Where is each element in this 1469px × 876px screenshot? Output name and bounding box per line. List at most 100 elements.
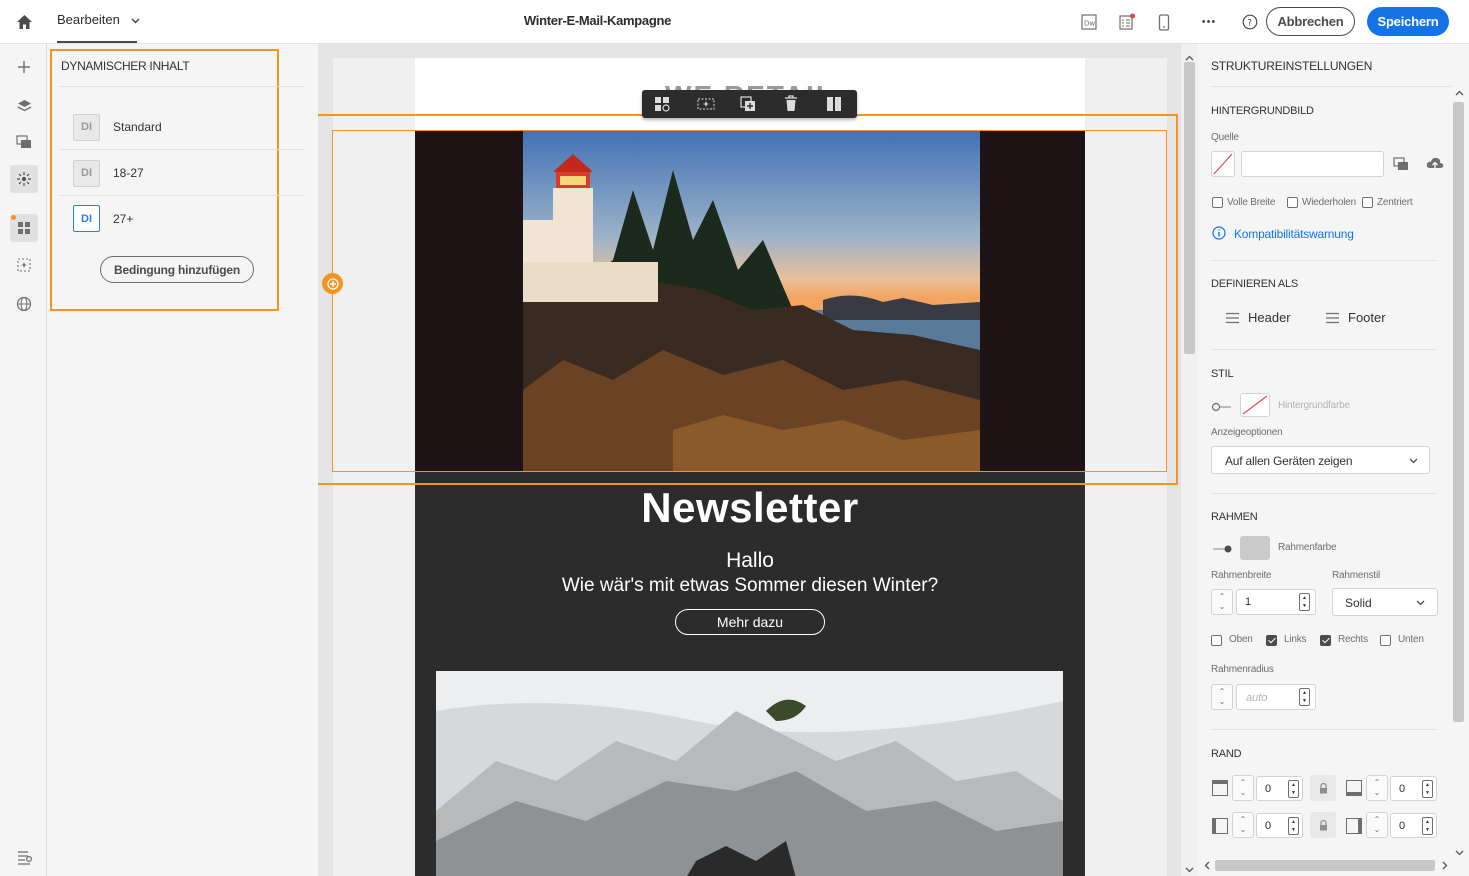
more-icon[interactable]: ••• bbox=[1199, 12, 1219, 32]
border-heading: RAHMEN bbox=[1211, 511, 1258, 523]
margin-top-spin[interactable]: ▲ ▼ bbox=[1288, 780, 1299, 798]
margin-top-icon bbox=[1212, 780, 1228, 796]
assets-icon[interactable] bbox=[10, 128, 38, 156]
margin-top-stepper[interactable]: ⌃ ⌄ bbox=[1232, 775, 1254, 801]
border-right-checkbox[interactable] bbox=[1320, 635, 1331, 646]
footer-option[interactable]: Footer bbox=[1325, 310, 1386, 325]
scroll-thumb[interactable] bbox=[1215, 860, 1435, 871]
checklist-icon[interactable] bbox=[1117, 12, 1137, 32]
header-icon bbox=[1226, 312, 1239, 323]
newsletter-title: Newsletter bbox=[641, 484, 859, 531]
margin-left-input[interactable]: 0 ▲ ▼ bbox=[1256, 813, 1303, 838]
margin-right-spin[interactable]: ▲ ▼ bbox=[1422, 817, 1433, 835]
condition-item-18-27[interactable]: DI 18-27 bbox=[59, 151, 305, 196]
upload-icon[interactable] bbox=[1426, 156, 1444, 174]
repeat-checkbox[interactable] bbox=[1287, 197, 1298, 208]
divider bbox=[1211, 349, 1437, 350]
notification-dot bbox=[11, 215, 16, 220]
cancel-button[interactable]: Abbrechen bbox=[1266, 7, 1355, 36]
border-radius-stepper[interactable]: ⌃ ⌄ bbox=[1211, 684, 1233, 710]
border-radius-placeholder: auto bbox=[1246, 692, 1268, 704]
canvas-scrollbar[interactable] bbox=[1180, 44, 1198, 876]
margin-right-input[interactable]: 0 ▲ ▼ bbox=[1390, 813, 1437, 838]
border-top-checkbox[interactable] bbox=[1211, 635, 1222, 646]
image-swatch[interactable] bbox=[1211, 151, 1235, 177]
personalize-icon[interactable] bbox=[697, 96, 715, 115]
condition-item-standard[interactable]: DI Standard bbox=[59, 105, 305, 150]
add-structure-icon[interactable] bbox=[322, 273, 343, 294]
save-button[interactable]: Speichern bbox=[1367, 7, 1449, 36]
delete-icon[interactable] bbox=[784, 95, 798, 115]
source-input[interactable] bbox=[1241, 151, 1384, 177]
di-badge: DI bbox=[73, 205, 100, 232]
border-right-label: Rechts bbox=[1338, 634, 1368, 645]
margin-bottom-input[interactable]: 0 ▲ ▼ bbox=[1390, 776, 1437, 801]
condition-label: 18-27 bbox=[113, 166, 144, 180]
panel-title: DYNAMISCHER INHALT bbox=[61, 59, 190, 73]
duplicate-icon[interactable] bbox=[740, 96, 756, 115]
scroll-right-icon bbox=[1442, 861, 1448, 870]
border-width-spin[interactable]: ▲ ▼ bbox=[1299, 593, 1310, 611]
lock-icon[interactable] bbox=[1310, 775, 1336, 801]
bg-color-label: Hintergrundfarbe bbox=[1278, 400, 1350, 411]
border-color-label: Rahmenfarbe bbox=[1278, 542, 1337, 553]
select-parent-icon[interactable] bbox=[654, 96, 670, 115]
subtitle-text: Wie wär's mit etwas Sommer diesen Winter… bbox=[561, 575, 939, 596]
panel-scrollbar[interactable] bbox=[1452, 88, 1466, 860]
display-options-select[interactable]: Auf allen Geräten zeigen bbox=[1211, 446, 1430, 474]
mountain-image bbox=[436, 671, 1063, 876]
columns-icon[interactable] bbox=[826, 96, 842, 115]
divider bbox=[59, 86, 305, 87]
full-width-checkbox[interactable] bbox=[1212, 197, 1223, 208]
fragments-icon[interactable] bbox=[10, 214, 38, 242]
border-width-input[interactable]: 1 ▲ ▼ bbox=[1236, 589, 1316, 615]
compat-warning-link[interactable]: Kompatibilitätswarnung bbox=[1234, 227, 1354, 241]
define-as-heading: DEFINIEREN ALS bbox=[1211, 278, 1299, 290]
personalization-icon[interactable] bbox=[10, 251, 38, 279]
help-icon[interactable]: ? bbox=[1240, 12, 1260, 32]
left-rail bbox=[0, 44, 47, 876]
add-icon[interactable] bbox=[10, 53, 38, 81]
border-color-swatch[interactable] bbox=[1240, 536, 1270, 560]
lock-icon[interactable] bbox=[1310, 812, 1336, 838]
bg-color-toggle[interactable] bbox=[1211, 401, 1233, 412]
border-radius-input[interactable]: auto ▲ ▼ bbox=[1236, 684, 1316, 710]
border-radius-spin[interactable]: ▲ ▼ bbox=[1299, 688, 1310, 706]
margin-right-stepper[interactable]: ⌃ ⌄ bbox=[1366, 812, 1388, 838]
margin-top-input[interactable]: 0 ▲ ▼ bbox=[1256, 776, 1303, 801]
condition-label: Standard bbox=[113, 120, 162, 134]
border-radius-label: Rahmenradius bbox=[1211, 664, 1274, 675]
border-style-select[interactable]: Solid bbox=[1332, 588, 1438, 616]
centered-checkbox[interactable] bbox=[1362, 197, 1373, 208]
panel-hscrollbar[interactable] bbox=[1202, 858, 1452, 872]
svg-text:Dw: Dw bbox=[1084, 20, 1095, 28]
scroll-down-icon[interactable] bbox=[1185, 862, 1194, 876]
margin-bottom-stepper[interactable]: ⌃ ⌄ bbox=[1366, 775, 1388, 801]
margin-left-stepper[interactable]: ⌃ ⌄ bbox=[1232, 812, 1254, 838]
page-title: Winter-E-Mail-Kampagne bbox=[523, 13, 672, 28]
layers-icon[interactable] bbox=[10, 92, 38, 120]
border-width-stepper[interactable]: ⌃ ⌄ bbox=[1211, 589, 1233, 615]
header-option[interactable]: Header bbox=[1225, 310, 1291, 325]
condition-item-27-plus[interactable]: DI 27+ bbox=[59, 196, 305, 241]
dreamweaver-icon[interactable]: Dw bbox=[1079, 12, 1099, 32]
border-bottom-checkbox[interactable] bbox=[1380, 635, 1391, 646]
scroll-thumb[interactable] bbox=[1453, 102, 1464, 722]
settings-layers-icon[interactable] bbox=[10, 843, 38, 871]
margin-left-spin[interactable]: ▲ ▼ bbox=[1288, 817, 1299, 835]
info-icon bbox=[1212, 226, 1226, 243]
scroll-thumb[interactable] bbox=[1184, 62, 1195, 354]
add-condition-button[interactable]: Bedingung hinzufügen bbox=[100, 256, 254, 283]
dynamic-content-icon[interactable] bbox=[10, 165, 38, 193]
browse-assets-icon[interactable] bbox=[1393, 157, 1409, 174]
greeting-text: Hallo bbox=[726, 549, 774, 572]
border-left-checkbox[interactable] bbox=[1266, 635, 1277, 646]
mobile-preview-icon[interactable] bbox=[1154, 12, 1174, 32]
margin-bottom-value: 0 bbox=[1399, 783, 1406, 795]
bg-color-swatch[interactable] bbox=[1240, 393, 1270, 417]
margin-bottom-spin[interactable]: ▲ ▼ bbox=[1422, 780, 1433, 798]
more-info-button[interactable]: Mehr dazu bbox=[675, 609, 825, 635]
border-color-toggle[interactable] bbox=[1211, 543, 1233, 553]
di-badge: DI bbox=[73, 113, 100, 141]
links-globe-icon[interactable] bbox=[10, 290, 38, 318]
